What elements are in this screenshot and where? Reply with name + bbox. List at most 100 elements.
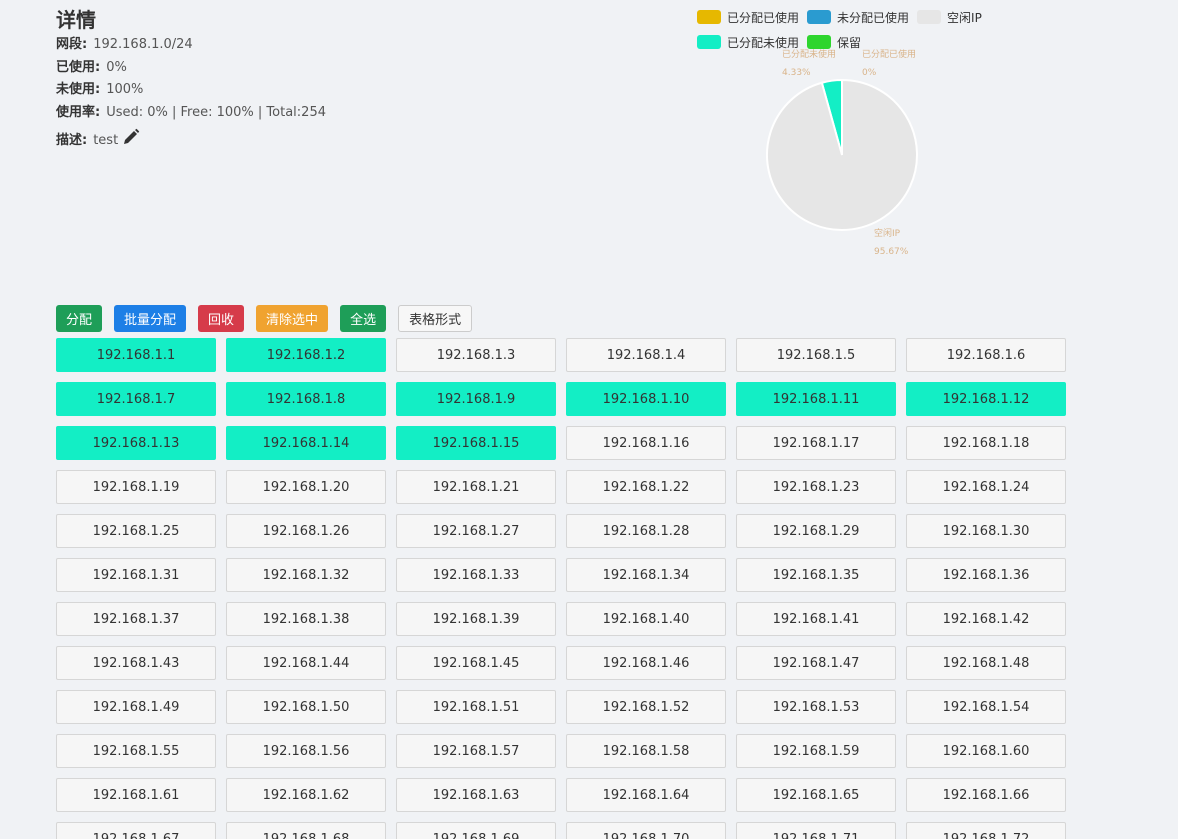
ip-cell[interactable]: 192.168.1.48 — [906, 646, 1066, 680]
ip-cell[interactable]: 192.168.1.17 — [736, 426, 896, 460]
legend-item[interactable]: 空闲IP — [917, 8, 982, 26]
ip-cell[interactable]: 192.168.1.29 — [736, 514, 896, 548]
ip-cell[interactable]: 192.168.1.57 — [396, 734, 556, 768]
ip-cell[interactable]: 192.168.1.14 — [226, 426, 386, 460]
ip-cell[interactable]: 192.168.1.7 — [56, 382, 216, 416]
ip-grid: 192.168.1.1 192.168.1.2 192.168.1.3 192.168… — [56, 338, 1076, 839]
ip-cell[interactable]: 192.168.1.32 — [226, 558, 386, 592]
ip-usage-pie-chart: 已分配未使用 4.33% 已分配已使用 0% 空闲IP 95.67% — [766, 48, 918, 257]
ip-cell[interactable]: 192.168.1.62 — [226, 778, 386, 812]
page-title: 详情 — [56, 8, 96, 32]
ip-cell[interactable]: 192.168.1.2 — [226, 338, 386, 372]
ip-cell[interactable]: 192.168.1.54 — [906, 690, 1066, 724]
ip-cell[interactable]: 192.168.1.11 — [736, 382, 896, 416]
usage-row: 使用率: Used: 0% | Free: 100% | Total:254 — [56, 102, 326, 125]
ip-cell[interactable]: 192.168.1.68 — [226, 822, 386, 839]
segment-label: 网段: — [56, 37, 88, 52]
ip-cell[interactable]: 192.168.1.31 — [56, 558, 216, 592]
legend-swatch — [697, 35, 721, 49]
ip-cell[interactable]: 192.168.1.40 — [566, 602, 726, 636]
ip-cell[interactable]: 192.168.1.44 — [226, 646, 386, 680]
ip-cell[interactable]: 192.168.1.23 — [736, 470, 896, 504]
ip-cell[interactable]: 192.168.1.27 — [396, 514, 556, 548]
ip-cell[interactable]: 192.168.1.46 — [566, 646, 726, 680]
ip-cell[interactable]: 192.168.1.58 — [566, 734, 726, 768]
ip-cell[interactable]: 192.168.1.5 — [736, 338, 896, 372]
ip-cell[interactable]: 192.168.1.8 — [226, 382, 386, 416]
ip-cell[interactable]: 192.168.1.72 — [906, 822, 1066, 839]
clear-selection-button[interactable]: 清除选中 — [256, 305, 329, 332]
ip-cell[interactable]: 192.168.1.20 — [226, 470, 386, 504]
ip-cell[interactable]: 192.168.1.26 — [226, 514, 386, 548]
ip-cell[interactable]: 192.168.1.28 — [566, 514, 726, 548]
ip-cell[interactable]: 192.168.1.56 — [226, 734, 386, 768]
ip-cell[interactable]: 192.168.1.43 — [56, 646, 216, 680]
ip-cell[interactable]: 192.168.1.12 — [906, 382, 1066, 416]
legend-swatch — [917, 10, 942, 24]
ip-cell[interactable]: 192.168.1.36 — [906, 558, 1066, 592]
ip-cell[interactable]: 192.168.1.50 — [226, 690, 386, 724]
ip-cell[interactable]: 192.168.1.33 — [396, 558, 556, 592]
ip-cell[interactable]: 192.168.1.1 — [56, 338, 216, 372]
allocate-button[interactable]: 分配 — [56, 305, 103, 332]
table-view-button[interactable]: 表格形式 — [398, 305, 473, 332]
edit-description-icon[interactable] — [122, 128, 140, 155]
description-row: 描述: test — [56, 128, 326, 155]
legend-item[interactable]: 未分配已使用 — [807, 8, 909, 26]
ip-cell[interactable]: 192.168.1.19 — [56, 470, 216, 504]
page: 详情 网段: 192.168.1.0/24 已使用: 0% 未使用: 100% 使用率… — [0, 0, 1178, 839]
ip-cell[interactable]: 192.168.1.34 — [566, 558, 726, 592]
ip-cell[interactable]: 192.168.1.3 — [396, 338, 556, 372]
ip-cell[interactable]: 192.168.1.37 — [56, 602, 216, 636]
ip-cell[interactable]: 192.168.1.13 — [56, 426, 216, 460]
ip-cell[interactable]: 192.168.1.9 — [396, 382, 556, 416]
ip-cell[interactable]: 192.168.1.24 — [906, 470, 1066, 504]
ip-cell[interactable]: 192.168.1.49 — [56, 690, 216, 724]
ip-cell[interactable]: 192.168.1.10 — [566, 382, 726, 416]
used-label: 已使用: — [56, 59, 101, 75]
reclaim-button[interactable]: 回收 — [198, 305, 245, 332]
ip-cell[interactable]: 192.168.1.22 — [566, 470, 726, 504]
pie-slice-label: 0% — [862, 68, 877, 78]
ip-cell[interactable]: 192.168.1.30 — [906, 514, 1066, 548]
ip-cell[interactable]: 192.168.1.71 — [736, 822, 896, 839]
ip-cell[interactable]: 192.168.1.21 — [396, 470, 556, 504]
ip-cell[interactable]: 192.168.1.64 — [566, 778, 726, 812]
ip-cell[interactable]: 192.168.1.67 — [56, 822, 216, 839]
ip-cell[interactable]: 192.168.1.39 — [396, 602, 556, 636]
description-value: test — [93, 133, 119, 149]
select-all-button[interactable]: 全选 — [340, 305, 387, 332]
ip-cell[interactable]: 192.168.1.4 — [566, 338, 726, 372]
ip-cell[interactable]: 192.168.1.65 — [736, 778, 896, 812]
ip-cell[interactable]: 192.168.1.6 — [906, 338, 1066, 372]
ip-cell[interactable]: 192.168.1.15 — [396, 426, 556, 460]
ip-cell[interactable]: 192.168.1.63 — [396, 778, 556, 812]
ip-cell[interactable]: 192.168.1.53 — [736, 690, 896, 724]
ip-cell[interactable]: 192.168.1.51 — [396, 690, 556, 724]
ip-cell[interactable]: 192.168.1.60 — [906, 734, 1066, 768]
ip-cell[interactable]: 192.168.1.45 — [396, 646, 556, 680]
ip-cell[interactable]: 192.168.1.18 — [906, 426, 1066, 460]
ip-cell[interactable]: 192.168.1.42 — [906, 602, 1066, 636]
segment-value: 192.168.1.0/24 — [93, 37, 193, 52]
batch-allocate-button[interactable]: 批量分配 — [114, 305, 187, 332]
ip-cell[interactable]: 192.168.1.55 — [56, 734, 216, 768]
ip-cell[interactable]: 192.168.1.59 — [736, 734, 896, 768]
legend-swatch — [697, 10, 721, 24]
ip-cell[interactable]: 192.168.1.47 — [736, 646, 896, 680]
ip-cell[interactable]: 192.168.1.52 — [566, 690, 726, 724]
ip-cell[interactable]: 192.168.1.35 — [736, 558, 896, 592]
legend-label: 空闲IP — [947, 10, 982, 25]
ip-cell[interactable]: 192.168.1.25 — [56, 514, 216, 548]
ip-cell[interactable]: 192.168.1.70 — [566, 822, 726, 839]
pie-slice[interactable] — [766, 78, 918, 231]
unused-row: 未使用: 100% — [56, 79, 326, 102]
ip-cell[interactable]: 192.168.1.61 — [56, 778, 216, 812]
ip-cell[interactable]: 192.168.1.66 — [906, 778, 1066, 812]
ip-cell[interactable]: 192.168.1.38 — [226, 602, 386, 636]
used-value: 0% — [106, 59, 127, 75]
ip-cell[interactable]: 192.168.1.69 — [396, 822, 556, 839]
ip-cell[interactable]: 192.168.1.16 — [566, 426, 726, 460]
ip-cell[interactable]: 192.168.1.41 — [736, 602, 896, 636]
legend-item[interactable]: 已分配已使用 — [697, 8, 799, 26]
